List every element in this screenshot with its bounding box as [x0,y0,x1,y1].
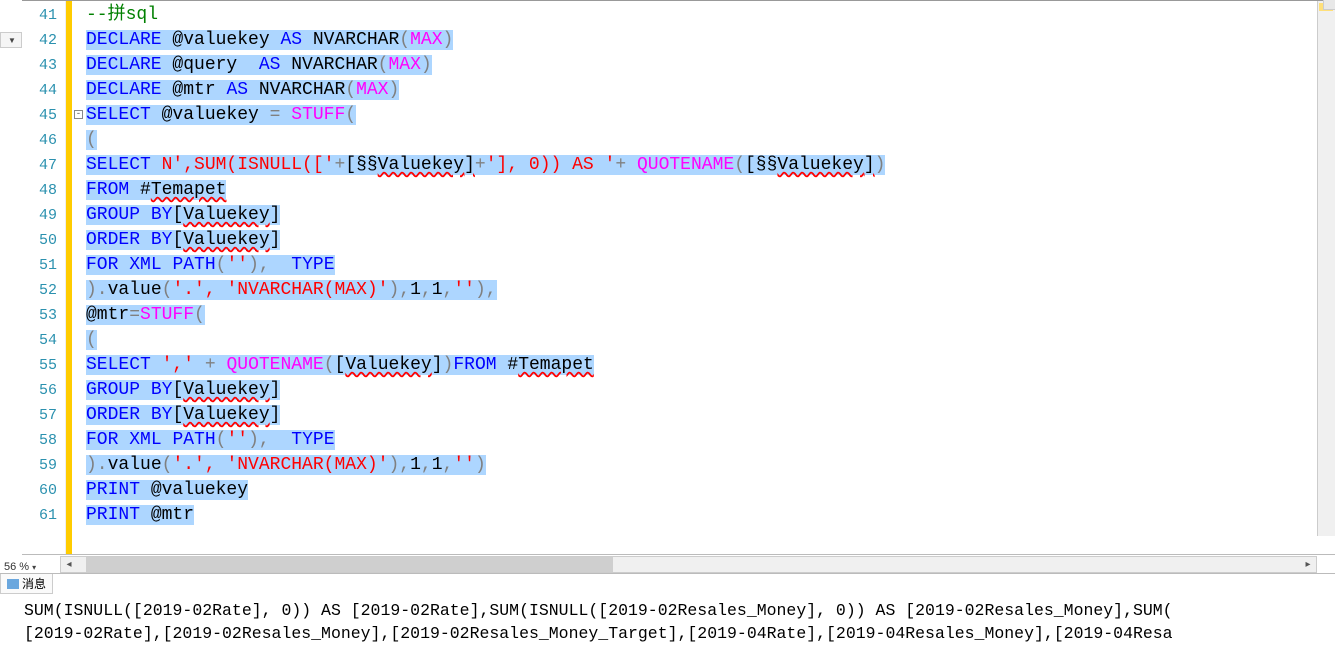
code-line[interactable]: GROUP BY[Valuekey] [86,378,1335,403]
line-number: 44 [22,78,57,103]
format-dropdown[interactable]: ▼ [0,32,22,48]
code-line[interactable]: SELECT ',' + QUOTENAME([Valuekey])FROM #… [86,353,1335,378]
line-gutter: 4142434445464748495051525354555657585960… [22,1,66,554]
line-number: 55 [22,353,57,378]
code-area[interactable]: --拼sqlDECLARE @valuekey AS NVARCHAR(MAX)… [86,1,1335,554]
code-line[interactable]: FOR XML PATH(''), TYPE [86,428,1335,453]
code-line[interactable]: ).value('.', 'NVARCHAR(MAX)'),1,1,''), [86,278,1335,303]
message-line: [2019-02Rate],[2019-02Resales_Money],[20… [24,622,1325,645]
line-number: 58 [22,428,57,453]
zoom-label: 56 % [4,561,29,573]
code-line[interactable]: ( [86,128,1335,153]
panel-edge [1323,0,1335,10]
line-number: 49 [22,203,57,228]
vertical-scrollbar[interactable] [1317,1,1335,536]
line-number: 46 [22,128,57,153]
code-line[interactable]: ORDER BY[Valuekey] [86,403,1335,428]
code-line[interactable]: DECLARE @query AS NVARCHAR(MAX) [86,53,1335,78]
code-line[interactable]: FROM #Temapet [86,178,1335,203]
messages-body[interactable]: SUM(ISNULL([2019-02Rate], 0)) AS [2019-0… [0,595,1335,645]
line-number: 60 [22,478,57,503]
messages-panel: 消息 SUM(ISNULL([2019-02Rate], 0)) AS [201… [0,573,1335,640]
fold-column: - [72,1,86,554]
code-line[interactable]: ).value('.', 'NVARCHAR(MAX)'),1,1,'') [86,453,1335,478]
code-line[interactable]: @mtr=STUFF( [86,303,1335,328]
line-number: 41 [22,3,57,28]
code-line[interactable]: ( [86,328,1335,353]
code-line[interactable]: SELECT @valuekey = STUFF( [86,103,1335,128]
line-number: 59 [22,453,57,478]
scroll-left-arrow[interactable]: ◂ [61,557,77,572]
line-number: 57 [22,403,57,428]
code-line[interactable]: PRINT @mtr [86,503,1335,528]
line-number: 53 [22,303,57,328]
line-number: 54 [22,328,57,353]
line-number: 50 [22,228,57,253]
code-line[interactable]: --拼sql [86,3,1335,28]
code-line[interactable]: PRINT @valuekey [86,478,1335,503]
fold-toggle[interactable]: - [74,110,83,119]
line-number: 61 [22,503,57,528]
line-number: 42 [22,28,57,53]
code-line[interactable]: ORDER BY[Valuekey] [86,228,1335,253]
line-number: 48 [22,178,57,203]
line-number: 56 [22,378,57,403]
code-line[interactable]: FOR XML PATH(''), TYPE [86,253,1335,278]
code-line[interactable]: DECLARE @mtr AS NVARCHAR(MAX) [86,78,1335,103]
scroll-thumb[interactable] [86,557,613,572]
line-number: 43 [22,53,57,78]
messages-icon [7,579,19,589]
zoom-level[interactable]: 56 % ▾ [0,561,40,573]
chevron-down-icon: ▾ [32,563,36,572]
code-line[interactable]: SELECT N',SUM(ISNULL(['+[§§Valuekey]+'],… [86,153,1335,178]
messages-tab[interactable]: 消息 [0,574,53,594]
line-number: 45 [22,103,57,128]
line-number: 51 [22,253,57,278]
line-number: 52 [22,278,57,303]
scroll-right-arrow[interactable]: ▸ [1300,557,1316,572]
line-number: 47 [22,153,57,178]
code-line[interactable]: DECLARE @valuekey AS NVARCHAR(MAX) [86,28,1335,53]
chevron-down-icon: ▼ [8,36,16,45]
code-line[interactable]: GROUP BY[Valuekey] [86,203,1335,228]
messages-tab-label: 消息 [22,575,46,592]
horizontal-scrollbar[interactable]: ◂ ▸ [60,556,1317,573]
code-editor[interactable]: 4142434445464748495051525354555657585960… [22,0,1335,555]
message-line: SUM(ISNULL([2019-02Rate], 0)) AS [2019-0… [24,599,1325,622]
